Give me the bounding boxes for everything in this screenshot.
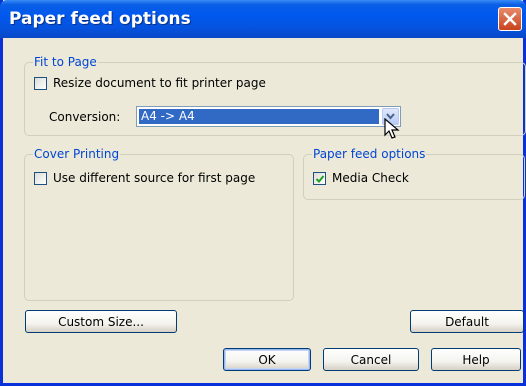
resize-document-checkbox[interactable]: Resize document to fit printer page	[34, 75, 266, 91]
default-button[interactable]: Default	[410, 310, 524, 333]
different-source-label: Use different source for first page	[53, 171, 256, 185]
window-title: Paper feed options	[9, 9, 191, 29]
conversion-value: A4 -> A4	[139, 109, 379, 124]
conversion-dropdown[interactable]: A4 -> A4	[136, 106, 401, 127]
media-check-checkbox-box[interactable]	[313, 171, 326, 185]
mouse-cursor-icon	[384, 118, 400, 139]
help-button[interactable]: Help	[431, 348, 521, 371]
checkmark-icon	[315, 174, 325, 183]
resize-checkbox-label: Resize document to fit printer page	[53, 76, 266, 90]
media-check-checkbox[interactable]: Media Check	[313, 170, 409, 186]
close-button[interactable]	[498, 7, 522, 31]
paper-feed-options-label: Paper feed options	[312, 146, 427, 162]
cancel-button[interactable]: Cancel	[323, 348, 419, 371]
fit-to-page-label: Fit to Page	[33, 54, 98, 70]
different-source-checkbox[interactable]: Use different source for first page	[34, 170, 255, 186]
cover-printing-label: Cover Printing	[33, 146, 121, 162]
ok-button[interactable]: OK	[223, 348, 311, 371]
title-bar[interactable]: Paper feed options	[0, 0, 526, 38]
media-check-label: Media Check	[332, 171, 409, 185]
conversion-label: Conversion:	[49, 110, 121, 124]
dialog-client: Fit to Page Resize document to fit print…	[3, 38, 526, 383]
different-source-checkbox-box[interactable]	[34, 171, 47, 185]
close-icon	[503, 12, 517, 26]
dialog-window: Paper feed options Fit to Page Resize do…	[0, 0, 526, 386]
resize-checkbox-box[interactable]	[34, 76, 47, 90]
custom-size-button[interactable]: Custom Size...	[25, 310, 177, 333]
